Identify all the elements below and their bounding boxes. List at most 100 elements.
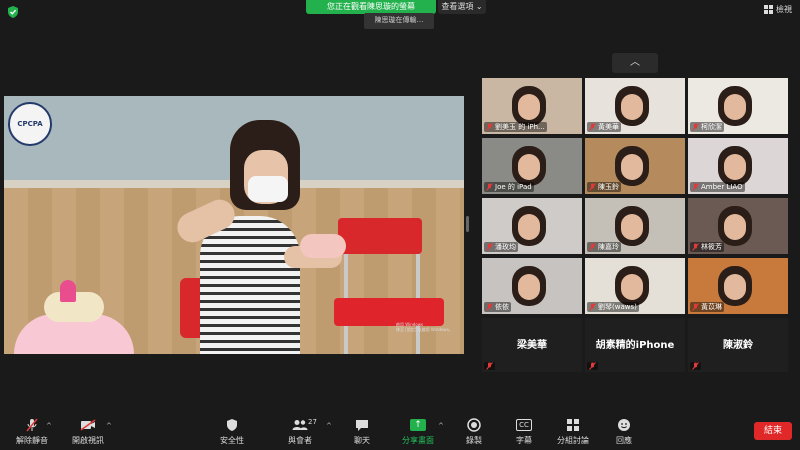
chat-button[interactable]: 聊天 bbox=[344, 418, 380, 446]
mic-muted-icon bbox=[486, 303, 493, 311]
gallery-view-button[interactable]: 檢視 bbox=[764, 4, 792, 15]
mic-muted-icon bbox=[589, 183, 596, 191]
participant-tile[interactable]: Amber LIAO bbox=[688, 138, 788, 194]
participant-tile[interactable]: 林筱芳 bbox=[688, 198, 788, 254]
participant-display-name: 梁美華 bbox=[517, 340, 547, 351]
gallery-view-label: 檢視 bbox=[776, 5, 792, 14]
cc-icon: CC bbox=[516, 419, 532, 431]
shield-icon bbox=[227, 419, 237, 431]
participant-face bbox=[724, 274, 746, 300]
participant-display-name: 胡素精的iPhone bbox=[595, 340, 675, 351]
record-icon bbox=[467, 418, 481, 432]
participant-face bbox=[724, 154, 746, 180]
participants-options-caret[interactable]: ^ bbox=[326, 422, 332, 430]
chevron-up-icon: ︿ bbox=[630, 57, 640, 68]
participant-face bbox=[724, 94, 746, 120]
video-off-icon bbox=[80, 419, 96, 431]
participant-tile[interactable]: 陳淑鈴 bbox=[688, 318, 788, 372]
face-mask bbox=[248, 176, 288, 202]
participant-tile[interactable]: 依依 bbox=[482, 258, 582, 314]
participant-face bbox=[518, 94, 540, 120]
participant-name-text: 潘玫均 bbox=[495, 243, 516, 251]
participant-tile[interactable]: 梁美華 bbox=[482, 318, 582, 372]
participant-tile[interactable]: 黃美華 bbox=[585, 78, 685, 134]
participant-tile[interactable]: 潘玫均 bbox=[482, 198, 582, 254]
reactions-label: 回應 bbox=[616, 436, 632, 445]
participant-face bbox=[621, 214, 643, 240]
watermark-line: 移至 [設定] 以啟用 Windows。 bbox=[396, 327, 453, 332]
mic-muted-icon bbox=[589, 362, 596, 370]
split-divider-handle[interactable] bbox=[466, 216, 469, 232]
grid-icon bbox=[764, 5, 773, 14]
top-bar: 您正在觀看陳思璇的螢幕 查看選項 ⌄ 陳思璇在傳輸… 檢視 bbox=[0, 0, 800, 29]
participant-tile[interactable]: 劉琴(waws) bbox=[585, 258, 685, 314]
mic-muted-icon bbox=[589, 243, 596, 251]
audio-options-caret[interactable]: ^ bbox=[46, 422, 52, 430]
participants-label: 與會者 bbox=[288, 436, 312, 445]
video-options-caret[interactable]: ^ bbox=[106, 422, 112, 430]
participant-tile[interactable]: 胡素精的iPhone bbox=[585, 318, 685, 372]
participant-name-label: 劉琴(waws) bbox=[587, 302, 639, 312]
mic-muted-icon bbox=[692, 183, 699, 191]
participant-name-label: 柯欣潔 bbox=[690, 122, 724, 132]
mic-muted-icon bbox=[486, 243, 493, 251]
start-video-button[interactable]: 開啟視訊 bbox=[66, 418, 110, 446]
security-button[interactable]: 安全性 bbox=[212, 418, 252, 446]
breakout-rooms-button[interactable]: 分組討論 bbox=[552, 418, 594, 446]
participant-name-label bbox=[690, 362, 701, 370]
start-video-label: 開啟視訊 bbox=[72, 436, 104, 445]
scroll-up-button[interactable]: ︿ bbox=[612, 53, 658, 73]
record-label: 錄製 bbox=[466, 436, 482, 445]
end-meeting-button[interactable]: 結束 bbox=[754, 422, 792, 440]
reaction-icon bbox=[618, 419, 630, 431]
chevron-down-icon: ⌄ bbox=[475, 2, 483, 11]
share-screen-button[interactable]: ↑ 分享畫面 bbox=[400, 418, 436, 446]
participant-face bbox=[621, 154, 643, 180]
chair-back bbox=[338, 218, 422, 254]
participant-name-label: 依依 bbox=[484, 302, 511, 312]
mic-muted-icon bbox=[589, 123, 596, 131]
participant-name-label: Joe 的 iPad bbox=[484, 182, 534, 192]
participant-tile[interactable]: Joe 的 iPad bbox=[482, 138, 582, 194]
participant-tile[interactable]: 黃苡琳 bbox=[688, 258, 788, 314]
participant-name-label: 林筱芳 bbox=[690, 242, 724, 252]
participant-tile[interactable]: 劉美玉 的 iPh... bbox=[482, 78, 582, 134]
participant-name-label: 陳玉鈴 bbox=[587, 182, 621, 192]
mic-muted-icon bbox=[692, 243, 699, 251]
mic-muted-icon bbox=[486, 183, 493, 191]
participant-name-text: 依依 bbox=[495, 303, 509, 311]
view-options-button[interactable]: 查看選項 ⌄ bbox=[438, 0, 486, 14]
participant-name-label: 劉美玉 的 iPh... bbox=[484, 122, 547, 132]
share-options-caret[interactable]: ^ bbox=[438, 422, 444, 430]
share-screen-icon: ↑ bbox=[410, 419, 426, 431]
participant-name-text: 黃美華 bbox=[598, 123, 619, 131]
participant-name-label: 潘玫均 bbox=[484, 242, 518, 252]
presenter-body bbox=[200, 216, 300, 354]
chat-icon bbox=[356, 419, 368, 431]
reactions-button[interactable]: 回應 bbox=[606, 418, 642, 446]
participant-name-label: 黃美華 bbox=[587, 122, 621, 132]
participant-face bbox=[518, 154, 540, 180]
participant-name-text: 黃苡琳 bbox=[701, 303, 722, 311]
breakout-rooms-icon bbox=[567, 419, 579, 431]
meeting-toolbar: 解除靜音 ^ 開啟視訊 ^ 安全性 與會者 27 ^ 聊天 ↑ 分享畫面 ^ 錄… bbox=[0, 416, 800, 450]
participant-name-label bbox=[587, 362, 598, 370]
participant-face bbox=[518, 214, 540, 240]
participant-name-label: 陳嘉玲 bbox=[587, 242, 621, 252]
participants-icon bbox=[292, 420, 308, 430]
view-options-label: 查看選項 bbox=[441, 2, 474, 11]
chat-label: 聊天 bbox=[354, 436, 370, 445]
shared-screen-video[interactable]: CPCPA 啟用 Windows 移至 [設定] 以啟用 Windows。 bbox=[4, 96, 464, 354]
participant-name-text: 劉美玉 的 iPh... bbox=[495, 123, 545, 131]
participant-tile[interactable]: 陳玉鈴 bbox=[585, 138, 685, 194]
captions-button[interactable]: CC 字幕 bbox=[506, 418, 542, 446]
participant-name-text: Amber LIAO bbox=[701, 183, 743, 191]
encryption-shield-icon[interactable] bbox=[6, 4, 20, 18]
participant-face bbox=[724, 214, 746, 240]
participant-tile[interactable]: 柯欣潔 bbox=[688, 78, 788, 134]
record-button[interactable]: 錄製 bbox=[456, 418, 492, 446]
logo-text: CPCPA bbox=[17, 120, 43, 128]
cpcpa-logo: CPCPA bbox=[8, 102, 52, 146]
participant-display-name: 陳淑鈴 bbox=[723, 340, 753, 351]
participant-tile[interactable]: 陳嘉玲 bbox=[585, 198, 685, 254]
